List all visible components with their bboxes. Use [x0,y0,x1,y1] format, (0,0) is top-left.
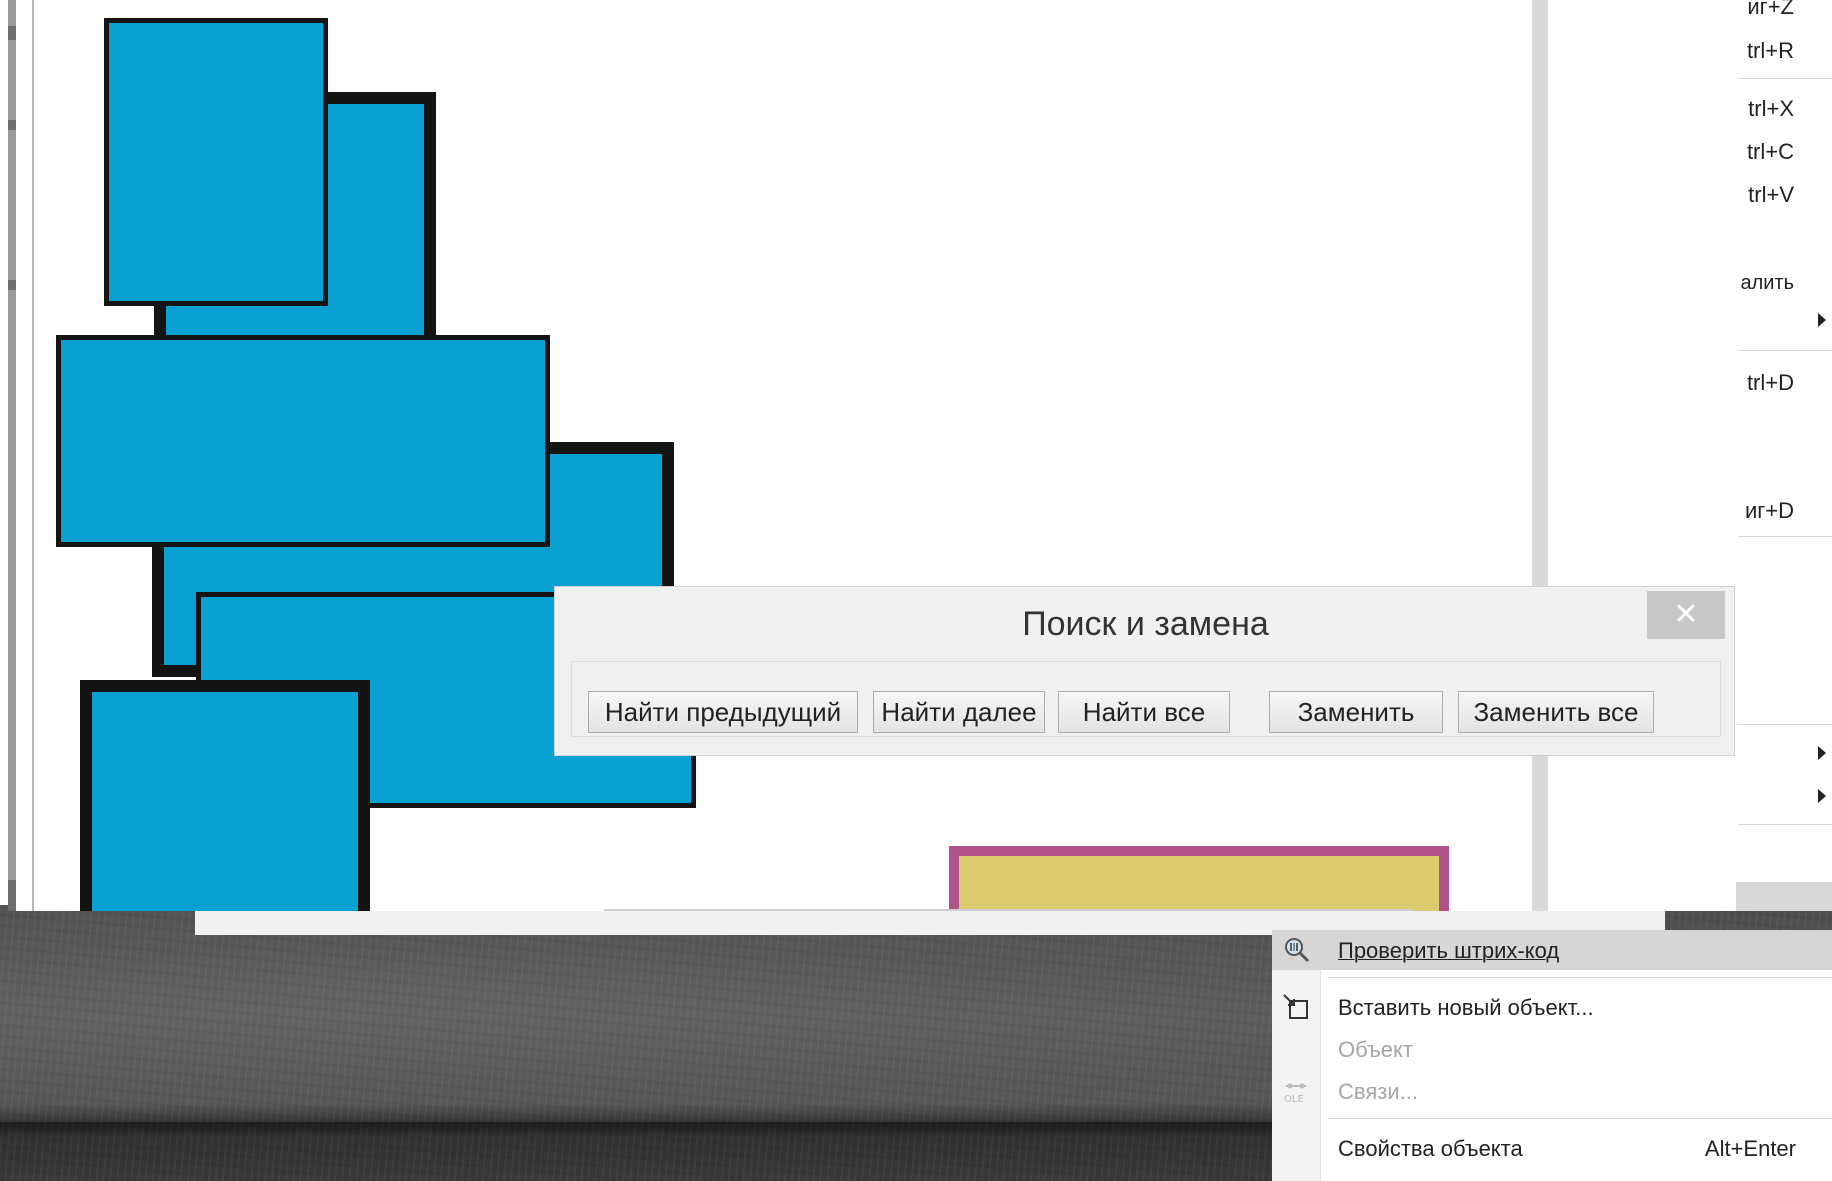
menu-shortcut: иг+Z [1747,0,1794,19]
menu-item-label: Связи... [1338,1079,1418,1104]
menu-shortcut: Alt+Enter [1704,1136,1796,1161]
menu-item-cut[interactable]: trl+X [1736,88,1832,128]
menu-separator [1738,78,1832,79]
menu-item-label: Проверить штрих-код [1338,938,1560,963]
find-next-button[interactable]: Найти далее [873,691,1045,733]
menu-item-label: Свойства объекта [1338,1136,1523,1161]
menu-item-step-repeat[interactable]: иг+D [1736,490,1832,530]
menu-item-repeat[interactable]: trl+R [1736,30,1832,70]
find-all-button[interactable]: Найти все [1058,691,1230,733]
submenu-arrow-icon [1818,313,1826,327]
document-window [8,0,1742,914]
object-context-menu: Проверить штрих-код Вставить новый объек… [1272,930,1832,1181]
menu-item-links: OLE Связи... [1272,1071,1832,1111]
menu-shortcut: trl+V [1748,182,1794,207]
toolbar-segment [8,0,16,26]
menu-item-label: Вставить новый объект... [1338,995,1594,1020]
toolbar-segment [8,290,16,880]
close-icon: ✕ [1673,598,1699,631]
blue-rectangle[interactable] [104,18,328,306]
menu-separator [1738,724,1832,725]
menu-label: алить [1740,272,1794,294]
insert-object-icon [1283,994,1308,1019]
submenu-arrow-icon [1818,789,1826,803]
menu-separator [1738,350,1832,351]
toolbar-segment [8,130,16,280]
blue-rectangle[interactable] [80,680,370,911]
edit-context-menu: иг+Z trl+R trl+X trl+C trl+V алить trl+D… [1736,0,1832,911]
menu-item-copy[interactable]: trl+C [1736,131,1832,171]
svg-text:OLE: OLE [1284,1094,1304,1105]
drawing-canvas[interactable] [32,0,1534,911]
menu-shortcut: trl+R [1746,38,1794,63]
menu-shortcut: trl+C [1746,139,1794,164]
toolbar-segment [8,40,16,120]
menu-shortcut: trl+X [1748,96,1794,121]
menu-item-insert-new-object[interactable]: Вставить новый объект... [1272,987,1832,1027]
menu-shortcut: иг+D [1744,498,1794,523]
menu-item-undo[interactable]: иг+Z [1736,0,1832,26]
menu-item-object: Объект [1272,1029,1832,1069]
menu-item-delete[interactable]: алить [1736,262,1832,302]
menu-separator [1738,536,1832,537]
close-button[interactable]: ✕ [1647,591,1725,639]
menu-item-highlight [1736,882,1832,911]
canvas-scrollbar-vertical[interactable] [1532,0,1548,911]
barcode-search-icon [1285,938,1310,963]
photo-horizon [0,1122,1300,1138]
menu-item-label: Объект [1338,1037,1413,1062]
ole-links-icon: OLE [1284,1083,1306,1105]
find-previous-button[interactable]: Найти предыдущий [588,691,858,733]
submenu-arrow-icon [1818,746,1826,760]
blue-rectangle[interactable] [56,335,550,547]
left-toolbar [8,0,16,911]
menu-separator [1738,824,1832,825]
find-replace-dialog: Поиск и замена ✕ Найти предыдущий Найти … [554,586,1735,756]
menu-separator [1328,977,1832,978]
menu-item-check-barcode[interactable]: Проверить штрих-код [1272,930,1832,970]
menu-separator [1328,1118,1832,1119]
menu-item-paste[interactable]: trl+V [1736,174,1832,214]
menu-item-object-properties[interactable]: Свойства объекта Alt+Enter [1272,1128,1832,1168]
replace-all-button[interactable]: Заменить все [1458,691,1654,733]
dialog-title: Поиск и замена [1022,605,1269,643]
replace-button[interactable]: Заменить [1269,691,1443,733]
menu-item-duplicate[interactable]: trl+D [1736,362,1832,402]
yellow-rectangle[interactable] [949,846,1449,911]
menu-shortcut: trl+D [1746,370,1794,395]
